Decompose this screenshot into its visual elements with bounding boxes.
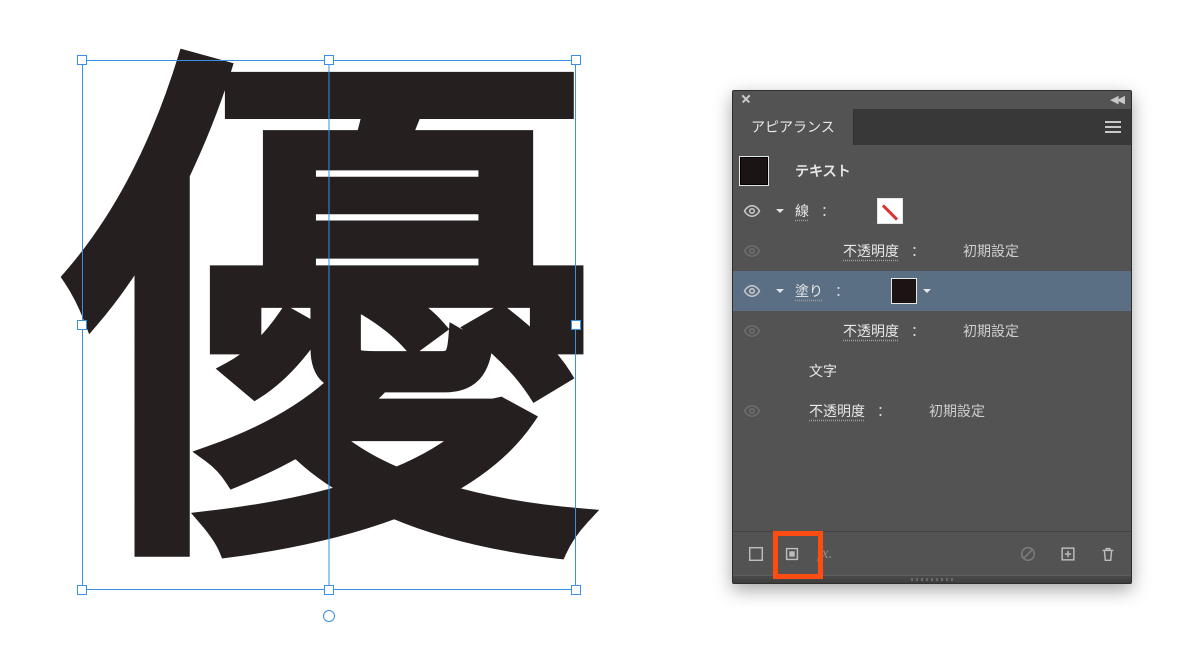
stroke-opacity-row[interactable]: 不透明度 ： 初期設定 (733, 231, 1131, 271)
appearance-target-label: テキスト (795, 161, 851, 181)
text-anchor-indicator[interactable] (323, 610, 335, 622)
visibility-toggle-icon[interactable] (739, 278, 765, 304)
stroke-opacity-label[interactable]: 不透明度 (843, 241, 899, 261)
object-opacity-row[interactable]: 不透明度 ： 初期設定 (733, 391, 1131, 431)
resize-handle-top-left[interactable] (77, 55, 87, 65)
stroke-opacity-value: 初期設定 (963, 241, 1019, 261)
resize-handle-middle-left[interactable] (77, 320, 87, 330)
fill-color-dropdown[interactable] (919, 278, 935, 304)
resize-handle-bottom-right[interactable] (571, 585, 581, 595)
panel-menu-button[interactable] (1095, 109, 1131, 145)
tab-appearance-label: アピアランス (751, 119, 835, 135)
panel-titlebar[interactable]: ◀◀ (733, 91, 1131, 109)
hamburger-icon (1105, 121, 1121, 133)
resize-handle-top-middle[interactable] (324, 55, 334, 65)
selected-text-glyph[interactable]: 優 (62, 58, 597, 593)
fill-color-control[interactable] (891, 278, 935, 304)
resize-handle-bottom-left[interactable] (77, 585, 87, 595)
add-effect-button[interactable]: fx. (815, 545, 835, 563)
resize-handle-bottom-middle[interactable] (324, 585, 334, 595)
tab-strip-spacer (854, 109, 1095, 145)
add-new-stroke-button[interactable] (743, 541, 769, 567)
stroke-color-swatch-none[interactable] (877, 198, 903, 224)
panel-body: テキスト 線 ： 不透明度 ： 初期設定 (733, 145, 1131, 531)
stroke-row[interactable]: 線 ： (733, 191, 1131, 231)
fill-opacity-label[interactable]: 不透明度 (843, 321, 899, 341)
fill-opacity-value: 初期設定 (963, 321, 1019, 341)
visibility-toggle-icon[interactable] (739, 198, 765, 224)
fill-label[interactable]: 塗り (795, 281, 823, 301)
stroke-label[interactable]: 線 (795, 201, 809, 221)
target-thumbnail (739, 156, 769, 186)
close-icon[interactable] (739, 92, 753, 106)
object-opacity-value: 初期設定 (929, 401, 985, 421)
panel-footer: fx. (733, 531, 1131, 575)
expand-toggle-icon[interactable] (773, 204, 787, 218)
duplicate-item-button[interactable] (1055, 541, 1081, 567)
delete-item-button[interactable] (1095, 541, 1121, 567)
collapse-panel-icon[interactable]: ◀◀ (1110, 93, 1123, 106)
colon: ： (821, 201, 835, 221)
selection-bounding-box[interactable]: 優 (82, 60, 576, 590)
tab-appearance[interactable]: アピアランス (733, 109, 854, 145)
expand-toggle-icon[interactable] (773, 284, 787, 298)
visibility-toggle-icon[interactable] (739, 398, 765, 424)
add-new-fill-button[interactable] (779, 541, 805, 567)
object-opacity-label[interactable]: 不透明度 (809, 401, 865, 421)
characters-label: 文字 (809, 361, 837, 381)
resize-handle-middle-right[interactable] (571, 320, 581, 330)
panel-resize-grip[interactable] (733, 575, 1131, 583)
resize-handle-top-right[interactable] (571, 55, 581, 65)
clear-appearance-button[interactable] (1015, 541, 1041, 567)
artboard: 優 (0, 0, 680, 668)
panel-tabs: アピアランス (733, 109, 1131, 145)
appearance-panel: ◀◀ アピアランス テキスト 線 ： (732, 90, 1132, 584)
fill-row[interactable]: 塗り ： (733, 271, 1131, 311)
panel-body-spacer (733, 431, 1131, 531)
fill-opacity-row[interactable]: 不透明度 ： 初期設定 (733, 311, 1131, 351)
appearance-target-row[interactable]: テキスト (733, 151, 1131, 191)
visibility-toggle-icon[interactable] (739, 318, 765, 344)
fill-color-swatch[interactable] (891, 278, 917, 304)
visibility-toggle-icon[interactable] (739, 238, 765, 264)
characters-row[interactable]: 文字 (733, 351, 1131, 391)
